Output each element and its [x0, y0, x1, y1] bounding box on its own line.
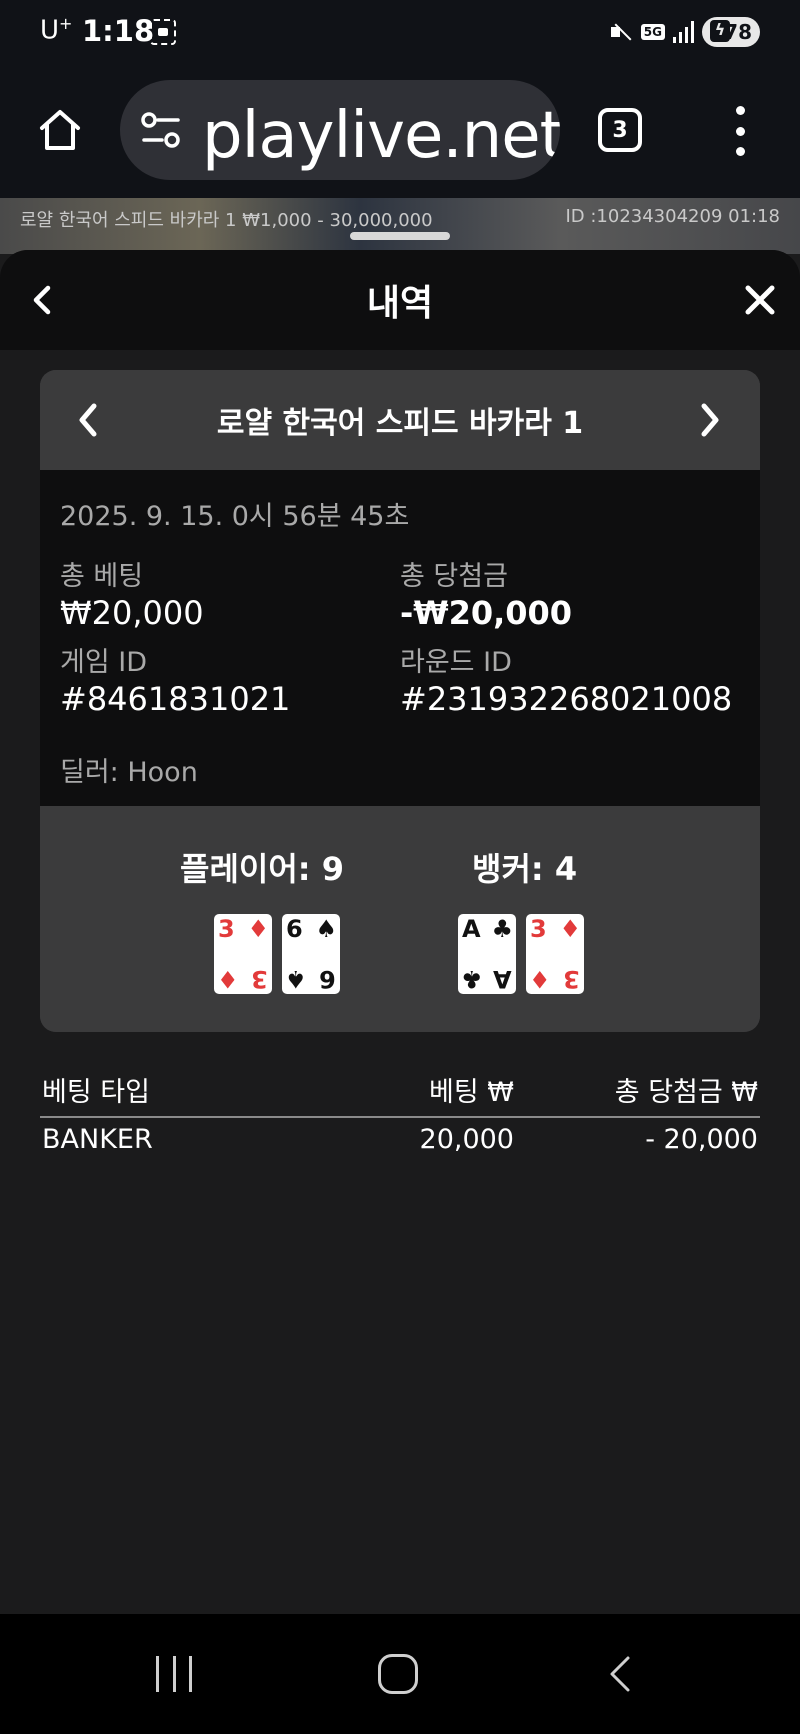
card-rank: 6 [286, 915, 303, 943]
carrier-label: U+ [40, 14, 73, 46]
card-rank: 3 [530, 915, 547, 943]
card-suit: ♦ [247, 915, 269, 943]
browser-menu-button[interactable] [728, 106, 752, 156]
game-video-strip: 로얄 한국어 스피드 바카라 1 ₩1,000 - 30,000,000 ID … [0, 198, 800, 254]
banker-card-1: A ♣ ♣ A [458, 914, 516, 994]
recents-icon [156, 1656, 159, 1692]
banker-score: 뱅커: 4 [472, 850, 578, 888]
close-icon [745, 285, 775, 315]
dot-icon [735, 126, 745, 136]
game-id-label: 게임 ID [60, 647, 148, 678]
recents-icon [172, 1656, 176, 1692]
modal-title: 내역 [366, 283, 434, 324]
total-win-value: -₩20,000 [400, 594, 573, 632]
table-cell-total-win: - 20,000 [645, 1124, 758, 1155]
column-header-bet-amount: 베팅 ₩ [429, 1077, 514, 1108]
card-suit: ♦ [559, 915, 581, 943]
total-win-label: 총 당첨금 [400, 561, 508, 592]
network-type: 5G [640, 24, 665, 40]
screenshot-icon [150, 19, 176, 45]
tab-switcher-button[interactable]: 3 [598, 108, 642, 152]
card-rank: A [462, 915, 481, 943]
card-rank: A [493, 965, 512, 993]
next-round-button[interactable] [696, 400, 724, 440]
home-icon [40, 110, 80, 150]
card-suit: ♠ [315, 915, 337, 943]
status-icons: 5G 78 [609, 16, 760, 48]
table-divider [40, 1116, 760, 1118]
card-suit: ♣ [461, 965, 483, 993]
history-modal: 내역 로얄 한국어 스피드 바카라 1 2025. 9. 15. 0시 56분 … [0, 250, 800, 1614]
card-suit: ♦ [217, 965, 239, 993]
system-navigation-bar [0, 1614, 800, 1734]
site-settings-button[interactable] [138, 108, 184, 152]
recent-apps-button[interactable] [156, 1656, 192, 1692]
card-rank: 3 [251, 965, 268, 993]
game-id-value: #8461831021 [60, 680, 291, 718]
banker-card-2: 3 ♦ ♦ 3 [526, 914, 584, 994]
chevron-left-icon [610, 1656, 630, 1692]
dot-icon [735, 106, 745, 115]
battery-level: 78 [724, 20, 752, 44]
game-selector: 로얄 한국어 스피드 바카라 1 [40, 370, 760, 470]
dealer-name: 딜러: Hoon [60, 757, 198, 788]
dot-icon [735, 147, 745, 156]
total-bet-value: ₩20,000 [60, 594, 204, 632]
total-bet-label: 총 베팅 [60, 561, 144, 592]
card-suit: ♠ [285, 965, 307, 993]
modal-header: 내역 [0, 250, 800, 350]
close-button[interactable] [740, 280, 780, 320]
system-back-button[interactable] [606, 1654, 634, 1694]
column-header-total-win: 총 당첨금 ₩ [614, 1077, 758, 1108]
card-rank: 6 [319, 965, 336, 993]
table-info: 로얄 한국어 스피드 바카라 1 ₩1,000 - 30,000,000 [20, 210, 433, 231]
tune-icon [141, 112, 180, 148]
card-rank: 3 [563, 965, 580, 993]
chevron-right-icon [701, 403, 719, 437]
table-cell-bet-type: BANKER [42, 1124, 153, 1155]
card-suit: ♣ [491, 915, 513, 943]
browser-home-button[interactable] [32, 102, 88, 158]
status-bar: U+ 1:18 5G 78 [0, 0, 800, 62]
mute-icon [609, 20, 633, 44]
drag-handle[interactable] [350, 232, 450, 240]
battery-icon: 78 [702, 17, 760, 47]
round-detail-card: 로얄 한국어 스피드 바카라 1 2025. 9. 15. 0시 56분 45초… [40, 370, 760, 1032]
player-score: 플레이어: 9 [180, 850, 344, 888]
hands-result: 플레이어: 9 뱅커: 4 3 ♦ ♦ 3 6 ♠ ♠ 6 A ♣ ♣ A 3 [40, 806, 760, 1032]
address-bar[interactable]: playlive.net [120, 80, 560, 180]
card-rank: 3 [218, 915, 235, 943]
round-datetime: 2025. 9. 15. 0시 56분 45초 [60, 501, 410, 532]
browser-toolbar: playlive.net 3 [0, 62, 800, 198]
column-header-bet-type: 베팅 타입 [42, 1077, 150, 1108]
clock: 1:18 [82, 14, 155, 48]
round-id-value: #231932268021008 [400, 680, 733, 718]
card-suit: ♦ [529, 965, 551, 993]
signal-icon [673, 21, 694, 43]
url-text: playlive.net [202, 99, 560, 173]
round-id-header: ID :10234304209 01:18 [565, 206, 780, 227]
game-title: 로얄 한국어 스피드 바카라 1 [216, 406, 584, 441]
round-id-label: 라운드 ID [400, 647, 512, 678]
recents-icon [189, 1656, 192, 1692]
player-card-2: 6 ♠ ♠ 6 [282, 914, 340, 994]
table-cell-bet-amount: 20,000 [419, 1124, 514, 1155]
round-summary: 2025. 9. 15. 0시 56분 45초 총 베팅 ₩20,000 총 당… [40, 470, 760, 806]
system-home-button[interactable] [378, 1654, 418, 1694]
player-card-1: 3 ♦ ♦ 3 [214, 914, 272, 994]
